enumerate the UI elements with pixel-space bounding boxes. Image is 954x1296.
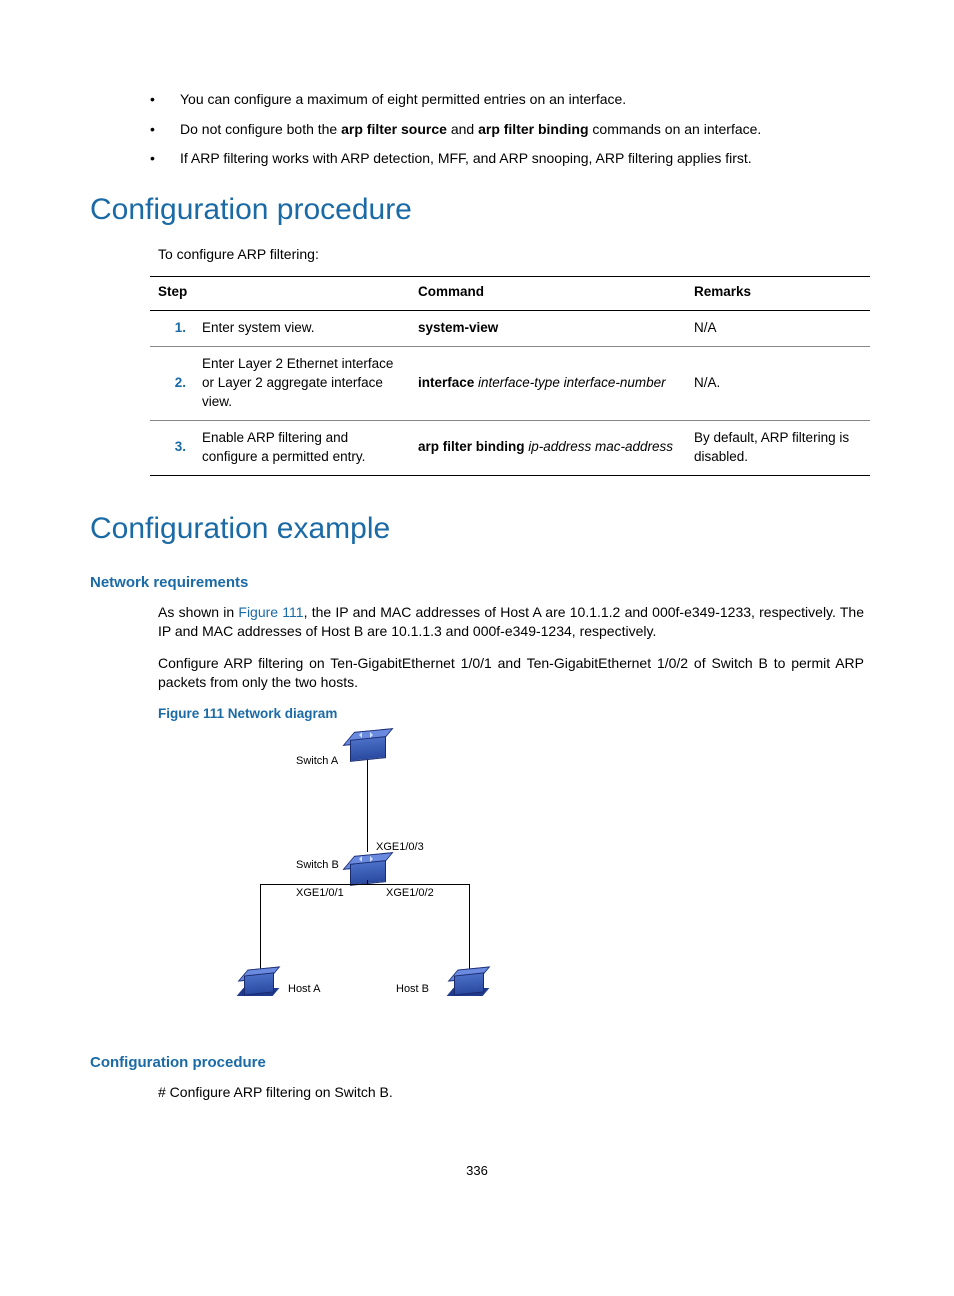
figure-caption: Figure 111 Network diagram — [158, 705, 864, 724]
link-line — [260, 884, 261, 974]
link-line — [469, 884, 470, 974]
intro-bullet-list: You can configure a maximum of eight per… — [150, 90, 864, 169]
cmd-bold: arp filter binding — [418, 439, 525, 454]
procedure-table: Step Command Remarks 1. Enter system vie… — [150, 276, 870, 475]
heading-configuration-procedure: Configuration procedure — [90, 189, 864, 231]
th-step: Step — [150, 277, 410, 311]
cmd-italic: ip-address mac-address — [525, 439, 674, 454]
bold-term: arp filter binding — [478, 121, 588, 137]
step-command: system-view — [410, 311, 686, 347]
th-command: Command — [410, 277, 686, 311]
step-remarks: By default, ARP filtering is disabled. — [686, 420, 870, 475]
bullet-item: You can configure a maximum of eight per… — [150, 90, 864, 110]
step-command: interface interface-type interface-numbe… — [410, 347, 686, 421]
table-row: 1. Enter system view. system-view N/A — [150, 311, 870, 347]
text: Do not configure both the — [180, 121, 341, 137]
subheading-network-requirements: Network requirements — [90, 572, 864, 593]
label-xge101: XGE1/0/1 — [296, 886, 344, 901]
heading-configuration-example: Configuration example — [90, 508, 864, 550]
step-number: 2. — [150, 347, 194, 421]
step-number: 1. — [150, 311, 194, 347]
step-remarks: N/A. — [686, 347, 870, 421]
step-desc: Enable ARP filtering and configure a per… — [194, 420, 410, 475]
link-line — [367, 760, 368, 852]
text: As shown in — [158, 604, 238, 620]
bold-term: arp filter source — [341, 121, 447, 137]
step-desc: Enter system view. — [194, 311, 410, 347]
host-b-icon — [454, 974, 488, 1000]
network-diagram: Switch A XGE1/0/3 Switch B XGE1/0/1 XGE1… — [220, 730, 490, 1030]
table-row: 3. Enable ARP filtering and configure a … — [150, 420, 870, 475]
host-a-icon — [244, 974, 278, 1000]
paragraph: As shown in Figure 111, the IP and MAC a… — [158, 603, 864, 642]
link-line — [367, 880, 368, 884]
th-remarks: Remarks — [686, 277, 870, 311]
step-desc: Enter Layer 2 Ethernet interface or Laye… — [194, 347, 410, 421]
bullet-item: If ARP filtering works with ARP detectio… — [150, 149, 864, 169]
table-row: 2. Enter Layer 2 Ethernet interface or L… — [150, 347, 870, 421]
text: and — [447, 121, 478, 137]
config-step-text: # Configure ARP filtering on Switch B. — [158, 1083, 864, 1103]
step-number: 3. — [150, 420, 194, 475]
cmd-bold: system-view — [418, 320, 498, 335]
subheading-configuration-procedure: Configuration procedure — [90, 1052, 864, 1073]
cmd-italic: interface-type interface-number — [474, 375, 665, 390]
step-remarks: N/A — [686, 311, 870, 347]
cmd-bold: interface — [418, 375, 474, 390]
label-host-b: Host B — [396, 982, 429, 997]
step-command: arp filter binding ip-address mac-addres… — [410, 420, 686, 475]
page-number: 336 — [90, 1162, 864, 1180]
link-line — [260, 884, 470, 885]
paragraph: Configure ARP filtering on Ten-GigabitEt… — [158, 654, 864, 693]
label-switch-b: Switch B — [296, 858, 339, 873]
switch-a-icon — [350, 738, 384, 758]
intro-text: To configure ARP filtering: — [158, 245, 864, 265]
bullet-item: Do not configure both the arp filter sou… — [150, 120, 864, 140]
label-xge102: XGE1/0/2 — [386, 886, 434, 901]
figure-reference-link[interactable]: Figure 111 — [238, 604, 303, 620]
switch-b-icon — [350, 862, 384, 882]
text: commands on an interface. — [589, 121, 762, 137]
label-host-a: Host A — [288, 982, 320, 997]
label-switch-a: Switch A — [296, 754, 338, 769]
